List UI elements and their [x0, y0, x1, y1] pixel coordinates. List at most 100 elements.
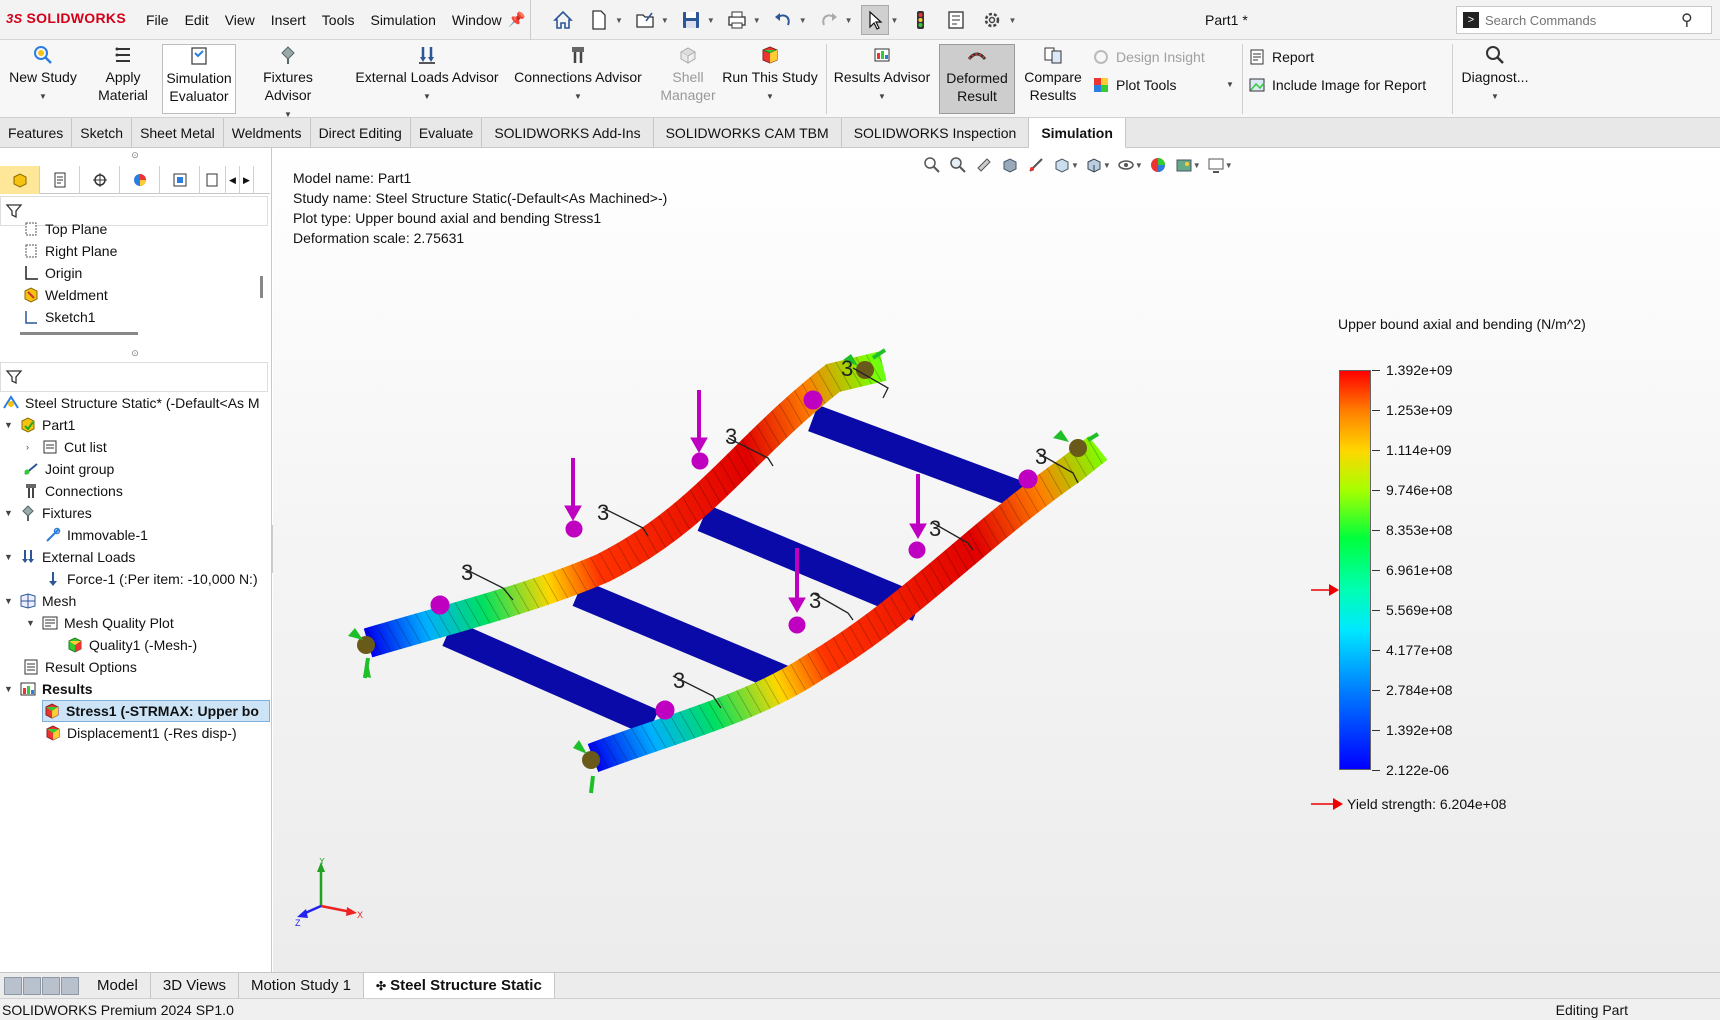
chevron-down-icon[interactable]: ▼	[4, 420, 14, 430]
configuration-manager-tab[interactable]	[80, 166, 120, 194]
search-icon[interactable]: ⚲	[1681, 10, 1693, 30]
view-settings-icon[interactable]	[1205, 154, 1227, 176]
fixtures-advisor-button[interactable]: Fixtures Advisor ▼	[240, 44, 336, 119]
tree-item-mesh[interactable]: ▼ Mesh	[4, 590, 76, 612]
file-properties-icon[interactable]	[942, 5, 970, 35]
chevron-down-icon[interactable]: ▼	[891, 16, 899, 25]
chevron-down-icon[interactable]: ▼	[1103, 161, 1111, 170]
chevron-down-icon[interactable]: ▼	[4, 596, 14, 606]
hide-show-items-icon[interactable]	[1115, 154, 1137, 176]
tab-steel-structure-static[interactable]: ✣ Steel Structure Static	[364, 972, 555, 999]
tree-item-mesh-quality-plot[interactable]: ▼ Mesh Quality Plot	[26, 612, 174, 634]
tab-solidworks-add-ins[interactable]: SOLIDWORKS Add-Ins	[482, 118, 654, 148]
tab-3d-views[interactable]: 3D Views	[151, 972, 239, 999]
feature-manager-tab[interactable]	[0, 166, 40, 194]
diagnostics-button[interactable]: Diagnost... ▼	[1456, 44, 1534, 114]
next-tab-icon[interactable]	[42, 976, 60, 995]
include-image-for-report-button[interactable]: Include Image for Report	[1248, 76, 1426, 94]
undo-icon[interactable]	[769, 5, 797, 35]
chevron-down-icon[interactable]: ▼	[1135, 161, 1143, 170]
menu-edit[interactable]: Edit	[185, 12, 209, 28]
new-study-button[interactable]: New Study ▼	[6, 44, 80, 114]
tree-item-results[interactable]: ▼ Results	[4, 678, 93, 700]
menu-tools[interactable]: Tools	[322, 12, 355, 28]
tree-item-weldment[interactable]: Weldment	[22, 284, 108, 306]
panel-splitter-handle[interactable]: ⊙	[0, 348, 270, 358]
display-manager-tab[interactable]	[120, 166, 160, 194]
apply-scene-icon[interactable]	[1173, 154, 1195, 176]
chevron-down-icon[interactable]: ▼	[1456, 88, 1534, 106]
graphics-area[interactable]: 3 3 3 3 3 3 3 3 Model name: Part1 Study name: …	[273, 148, 1720, 972]
compare-results-button[interactable]: Compare Results	[1018, 44, 1088, 114]
chevron-down-icon[interactable]: ▼	[350, 88, 504, 106]
tree-item-external-loads[interactable]: ▼ External Loads	[4, 546, 135, 568]
tree-item-immovable[interactable]: Immovable-1	[44, 524, 148, 546]
tab-simulation[interactable]: Simulation	[1029, 118, 1126, 148]
deformed-result-button[interactable]: Deformed Result	[939, 44, 1015, 114]
shell-manager-button[interactable]: Shell Manager	[656, 44, 720, 114]
chevron-down-icon[interactable]: ▼	[615, 16, 623, 25]
connections-advisor-button[interactable]: Connections Advisor ▼	[506, 44, 650, 114]
first-tab-icon[interactable]	[4, 976, 22, 995]
deformed-stress-model[interactable]: 3 3 3 3 3 3 3 3	[273, 148, 1720, 972]
print-icon[interactable]	[723, 5, 751, 35]
traffic-light-icon[interactable]	[906, 5, 934, 35]
property-manager-tab[interactable]	[40, 166, 80, 194]
tab-sketch[interactable]: Sketch	[72, 118, 133, 148]
tree-item-result-options[interactable]: Result Options	[22, 656, 137, 678]
tree-item-connections[interactable]: Connections	[22, 480, 123, 502]
run-this-study-button[interactable]: Run This Study ▼	[720, 44, 820, 114]
view-orientation-icon[interactable]	[1051, 154, 1073, 176]
chevron-down-icon[interactable]: ▼	[799, 16, 807, 25]
chevron-down-icon[interactable]: ▼	[26, 618, 36, 628]
panel-splitter-handle[interactable]: ⊙	[0, 150, 270, 160]
design-insight-button[interactable]: Design Insight	[1092, 48, 1205, 66]
menu-file[interactable]: File	[146, 12, 169, 28]
chevron-down-icon[interactable]: ▼	[1071, 161, 1079, 170]
apply-material-button[interactable]: Apply Material	[90, 44, 156, 114]
tab-evaluate[interactable]: Evaluate	[411, 118, 483, 148]
menu-simulation[interactable]: Simulation	[370, 12, 435, 28]
chevron-down-icon[interactable]: ▼	[753, 16, 761, 25]
previous-tab-icon[interactable]	[23, 976, 41, 995]
tree-item-joint-group[interactable]: Joint group	[22, 458, 114, 480]
search-commands-box[interactable]: > ⚲	[1456, 6, 1712, 34]
results-advisor-button[interactable]: Results Advisor ▼	[832, 44, 932, 114]
chevron-down-icon[interactable]: ▼	[4, 552, 14, 562]
home-icon[interactable]	[549, 5, 577, 35]
previous-view-icon[interactable]	[973, 154, 995, 176]
zoom-to-area-icon[interactable]	[947, 154, 969, 176]
tab-solidworks-cam-tbm[interactable]: SOLIDWORKS CAM TBM	[654, 118, 842, 148]
tree-item-fixtures[interactable]: ▼ Fixtures	[4, 502, 92, 524]
plot-tools-button[interactable]: Plot Tools	[1092, 76, 1176, 94]
external-loads-advisor-button[interactable]: External Loads Advisor ▼	[350, 44, 504, 114]
tree-item-study[interactable]: Steel Structure Static* (-Default<As M	[2, 392, 260, 414]
scroll-left-icon[interactable]: ◀	[226, 166, 240, 194]
menu-view[interactable]: View	[225, 12, 255, 28]
search-input[interactable]	[1485, 12, 1675, 28]
new-document-icon[interactable]	[585, 5, 613, 35]
scroll-right-icon[interactable]: ▶	[240, 166, 254, 194]
tab-model[interactable]: Model	[85, 972, 151, 999]
feature-tree-scrollbar[interactable]	[260, 276, 263, 298]
tree-item-sketch1[interactable]: Sketch1	[22, 306, 96, 328]
chevron-down-icon[interactable]: ▼	[1008, 16, 1016, 25]
simulation-evaluator-button[interactable]: Simulation Evaluator	[162, 44, 236, 114]
menu-window[interactable]: Window	[452, 12, 502, 28]
tree-item-quality1[interactable]: Quality1 (-Mesh-)	[66, 634, 197, 656]
tree-item-origin[interactable]: Origin	[22, 262, 82, 284]
tree-item-stress1[interactable]: Stress1 (-STRMAX: Upper bo	[42, 700, 270, 722]
tab-sheet-metal[interactable]: Sheet Metal	[132, 118, 224, 148]
chevron-down-icon[interactable]: ▼	[707, 16, 715, 25]
display-style-icon[interactable]	[1083, 154, 1105, 176]
tree-item-right-plane[interactable]: Right Plane	[22, 240, 117, 262]
tab-motion-study-1[interactable]: Motion Study 1	[239, 972, 365, 999]
tab-weldments[interactable]: Weldments	[224, 118, 311, 148]
chevron-down-icon[interactable]: ▼	[1226, 80, 1234, 89]
section-view-icon[interactable]	[999, 154, 1021, 176]
tab-features[interactable]: Features	[0, 118, 73, 148]
tab-solidworks-inspection[interactable]: SOLIDWORKS Inspection	[842, 118, 1030, 148]
zoom-to-fit-icon[interactable]	[921, 154, 943, 176]
tree-item-cut-list[interactable]: › Cut list	[26, 436, 107, 458]
report-button[interactable]: Report	[1248, 48, 1314, 66]
